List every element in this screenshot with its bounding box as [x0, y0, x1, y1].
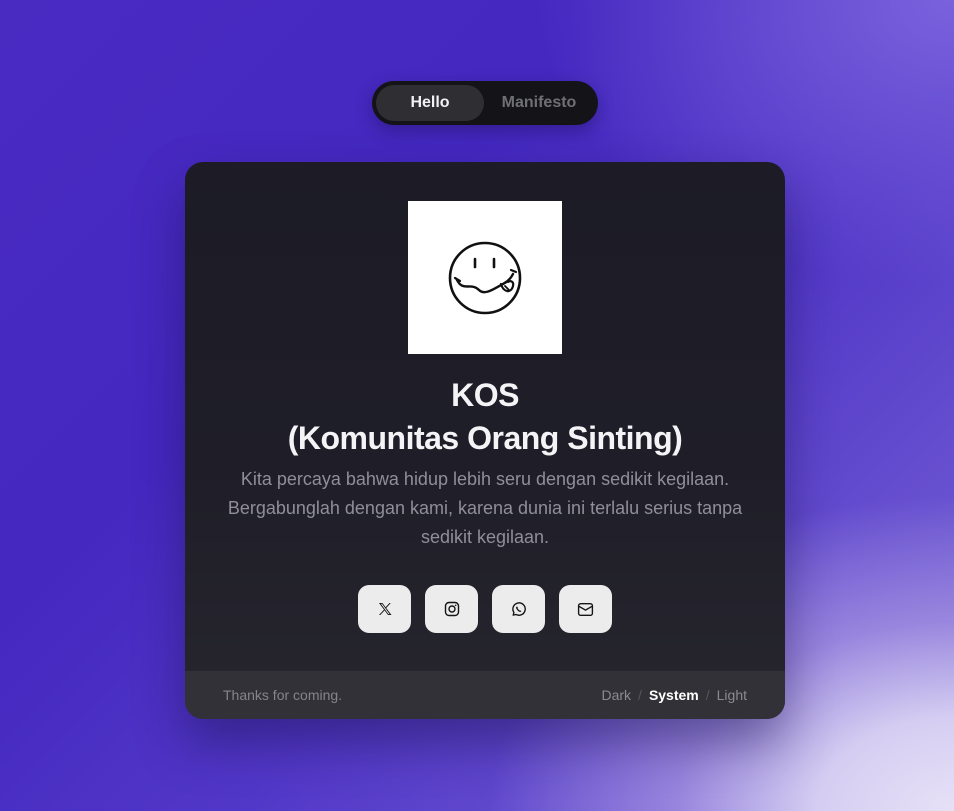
- social-links: [358, 585, 612, 633]
- x-twitter-button[interactable]: [358, 585, 411, 633]
- profile-card: KOS (Komunitas Orang Sinting) Kita perca…: [185, 162, 785, 719]
- theme-system[interactable]: System: [649, 687, 699, 703]
- theme-separator: /: [705, 687, 710, 703]
- title-line-1: KOS: [451, 377, 519, 413]
- tab-manifesto[interactable]: Manifesto: [484, 85, 594, 121]
- email-button[interactable]: [559, 585, 612, 633]
- mail-icon: [577, 602, 594, 616]
- instagram-icon: [444, 601, 459, 617]
- x-twitter-icon: [378, 603, 391, 615]
- theme-switcher: Dark / System / Light: [601, 687, 747, 703]
- theme-light[interactable]: Light: [717, 687, 747, 703]
- avatar: [408, 201, 562, 354]
- tab-hello[interactable]: Hello: [376, 85, 484, 121]
- description: Kita percaya bahwa hidup lebih seru deng…: [227, 469, 743, 547]
- theme-dark[interactable]: Dark: [601, 687, 631, 703]
- whatsapp-button[interactable]: [492, 585, 545, 633]
- title-line-2: (Komunitas Orang Sinting): [287, 420, 683, 456]
- smiley-face-icon: [448, 241, 522, 314]
- page-switcher: Hello Manifesto: [372, 81, 598, 125]
- theme-separator: /: [638, 687, 642, 703]
- whatsapp-icon: [512, 601, 526, 616]
- card-footer: Thanks for coming. Dark / System / Light: [185, 671, 785, 719]
- page-title: KOS (Komunitas Orang Sinting): [185, 374, 785, 460]
- instagram-button[interactable]: [425, 585, 478, 633]
- footer-thanks: Thanks for coming.: [223, 687, 343, 703]
